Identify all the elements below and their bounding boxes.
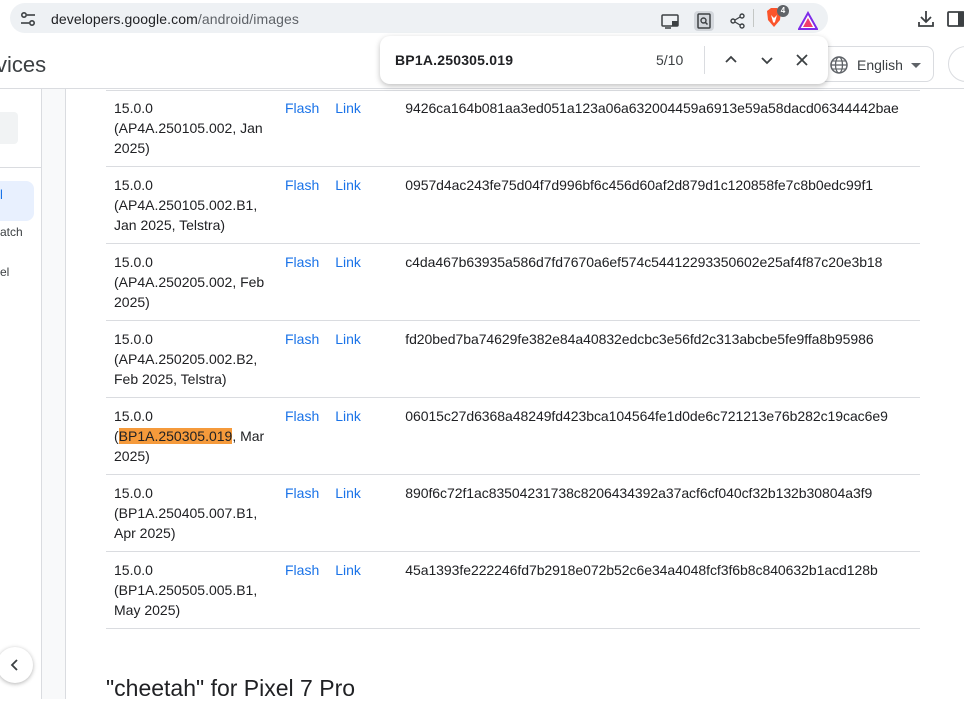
nav-divider	[0, 167, 42, 168]
download-link[interactable]: Link	[335, 562, 361, 578]
flash-link[interactable]: Flash	[285, 177, 319, 193]
url-text: developers.google.com/android/images	[51, 11, 299, 27]
collapse-nav-button[interactable]	[0, 647, 33, 683]
factory-images-table: 15.0.0 (AP4A.250105.002, Jan 2025) Flash L…	[106, 90, 920, 629]
version-number: 15.0.0	[114, 562, 153, 578]
version-date: Jan 2025, Telstra)	[114, 217, 226, 233]
table-row: 15.0.0 (AP4A.250205.002, Feb 2025) Flash L…	[106, 244, 920, 321]
version-cell: 15.0.0 (AP4A.250105.002.B1, Jan 2025, Tels…	[106, 167, 277, 244]
download-link[interactable]: Link	[335, 408, 361, 424]
find-match-highlight: BP1A.250305.019	[118, 428, 233, 444]
chevron-left-icon	[10, 659, 18, 671]
sha256-checksum: 06015c27d6368a48249fd423bca104564fe1d0de…	[405, 408, 888, 424]
version-build: (BP1A.250305.019, Mar	[114, 426, 269, 446]
version-number: 15.0.0	[114, 100, 153, 116]
version-build: (AP4A.250105.002.B1,	[114, 197, 258, 213]
globe-icon	[830, 56, 848, 74]
table-row: 15.0.0 (BP1A.250505.005.B1, May 2025) Flas…	[106, 552, 920, 629]
url-path: /android/images	[197, 11, 299, 27]
sha256-checksum: 9426ca164b081aa3ed051a123a06a632004459a6…	[405, 100, 899, 116]
version-cell: 15.0.0 (AP4A.250205.002.B2, Feb 2025, Tels…	[106, 321, 277, 398]
flash-link[interactable]: Flash	[285, 562, 319, 578]
version-number: 15.0.0	[114, 485, 153, 501]
find-match-count: 5/10	[656, 52, 684, 68]
url-host: developers.google.com	[51, 11, 198, 27]
brave-shield-badge: 4	[777, 5, 789, 17]
download-link[interactable]: Link	[335, 331, 361, 347]
version-cell: 15.0.0 (BP1A.250305.019, Mar 2025)	[106, 398, 277, 475]
account-button[interactable]	[948, 46, 964, 82]
flash-link[interactable]: Flash	[285, 100, 319, 116]
version-build: (AP4A.250105.002, Jan	[114, 120, 263, 136]
table-row: 15.0.0 (AP4A.250105.002.B1, Jan 2025, Tels…	[106, 167, 920, 244]
version-number: 15.0.0	[114, 177, 153, 193]
close-icon[interactable]	[792, 50, 812, 70]
version-cell: 15.0.0 (AP4A.250105.002, Jan 2025)	[106, 90, 277, 167]
nav-item-watch[interactable]: atch	[0, 225, 23, 239]
caret-down-icon	[911, 63, 921, 68]
download-icon[interactable]	[916, 9, 936, 29]
version-date: Apr 2025)	[114, 525, 176, 541]
version-date: May 2025)	[114, 602, 181, 618]
version-build-suffix: , Mar	[232, 428, 265, 444]
nav-filter-input[interactable]	[0, 112, 18, 144]
sidebar-icon[interactable]	[946, 9, 964, 29]
flash-link[interactable]: Flash	[285, 485, 319, 501]
find-in-page-button[interactable]	[694, 11, 714, 31]
version-build: (BP1A.250505.005.B1,	[114, 582, 258, 598]
sha256-checksum: 890f6c72f1ac83504231738c8206434392a37acf…	[405, 485, 873, 501]
version-build-prefix: (	[114, 428, 119, 444]
version-number: 15.0.0	[114, 408, 153, 424]
flash-link[interactable]: Flash	[285, 331, 319, 347]
flash-link[interactable]: Flash	[285, 408, 319, 424]
cast-icon[interactable]	[660, 11, 680, 31]
brave-shield-button[interactable]: 4	[764, 5, 789, 29]
version-date: 2025)	[114, 448, 150, 464]
version-build: (AP4A.250205.002.B2,	[114, 351, 258, 367]
table-row: 15.0.0 (AP4A.250205.002.B2, Feb 2025, Tels…	[106, 321, 920, 398]
download-link[interactable]: Link	[335, 100, 361, 116]
nav-item-active-label: l	[0, 187, 3, 202]
site-name[interactable]: vices	[0, 52, 46, 78]
table-row: 15.0.0 (BP1A.250305.019, Mar 2025) Flash L…	[106, 398, 920, 475]
sha256-checksum: c4da467b63935a586d7fd7670a6ef574c5441229…	[405, 254, 883, 270]
address-bar[interactable]: developers.google.com/android/images 4	[10, 3, 828, 33]
tune-icon[interactable]	[20, 11, 36, 27]
left-nav: l atch el	[0, 89, 42, 699]
sha256-checksum: fd20bed7ba74629fe382e84a40832edcbc3e56fd…	[405, 331, 874, 347]
sha256-checksum: 45a1393fe222246fd7b2918e072b52c6e34a4048…	[405, 562, 878, 578]
chevron-down-icon[interactable]	[757, 50, 777, 70]
version-number: 15.0.0	[114, 331, 153, 347]
version-build: (AP4A.250205.002, Feb	[114, 274, 265, 290]
find-query-input[interactable]: BP1A.250305.019	[395, 52, 513, 68]
find-bar: BP1A.250305.019 5/10	[380, 36, 828, 84]
table-row: 15.0.0 (BP1A.250405.007.B1, Apr 2025) Flas…	[106, 475, 920, 552]
omnibox-divider	[753, 9, 754, 27]
find-in-page-icon	[697, 13, 711, 29]
sha256-checksum: 0957d4ac243fe75d04f7d996bf6c456d60af2d87…	[405, 177, 874, 193]
nav-item-active[interactable]: l	[0, 181, 34, 221]
content-gutter	[42, 89, 66, 699]
table-row: 15.0.0 (AP4A.250105.002, Jan 2025) Flash L…	[106, 90, 920, 167]
browser-toolbar: developers.google.com/android/images 4	[0, 0, 964, 38]
version-date: 2025)	[114, 140, 150, 156]
flash-link[interactable]: Flash	[285, 254, 319, 270]
share-icon[interactable]	[728, 11, 748, 31]
version-cell: 15.0.0 (BP1A.250405.007.B1, Apr 2025)	[106, 475, 277, 552]
download-link[interactable]: Link	[335, 254, 361, 270]
version-date: 2025)	[114, 294, 150, 310]
nav-item-pixel[interactable]: el	[0, 265, 9, 279]
version-number: 15.0.0	[114, 254, 153, 270]
language-selector[interactable]: English	[818, 46, 934, 82]
version-build: (BP1A.250405.007.B1,	[114, 505, 258, 521]
version-cell: 15.0.0 (AP4A.250205.002, Feb 2025)	[106, 244, 277, 321]
version-cell: 15.0.0 (BP1A.250505.005.B1, May 2025)	[106, 552, 277, 629]
chevron-up-icon[interactable]	[721, 50, 741, 70]
find-divider	[704, 46, 705, 74]
download-link[interactable]: Link	[335, 485, 361, 501]
brave-rewards-icon[interactable]	[798, 11, 818, 31]
version-date: Feb 2025, Telstra)	[114, 371, 227, 387]
language-label: English	[857, 57, 903, 73]
download-link[interactable]: Link	[335, 177, 361, 193]
